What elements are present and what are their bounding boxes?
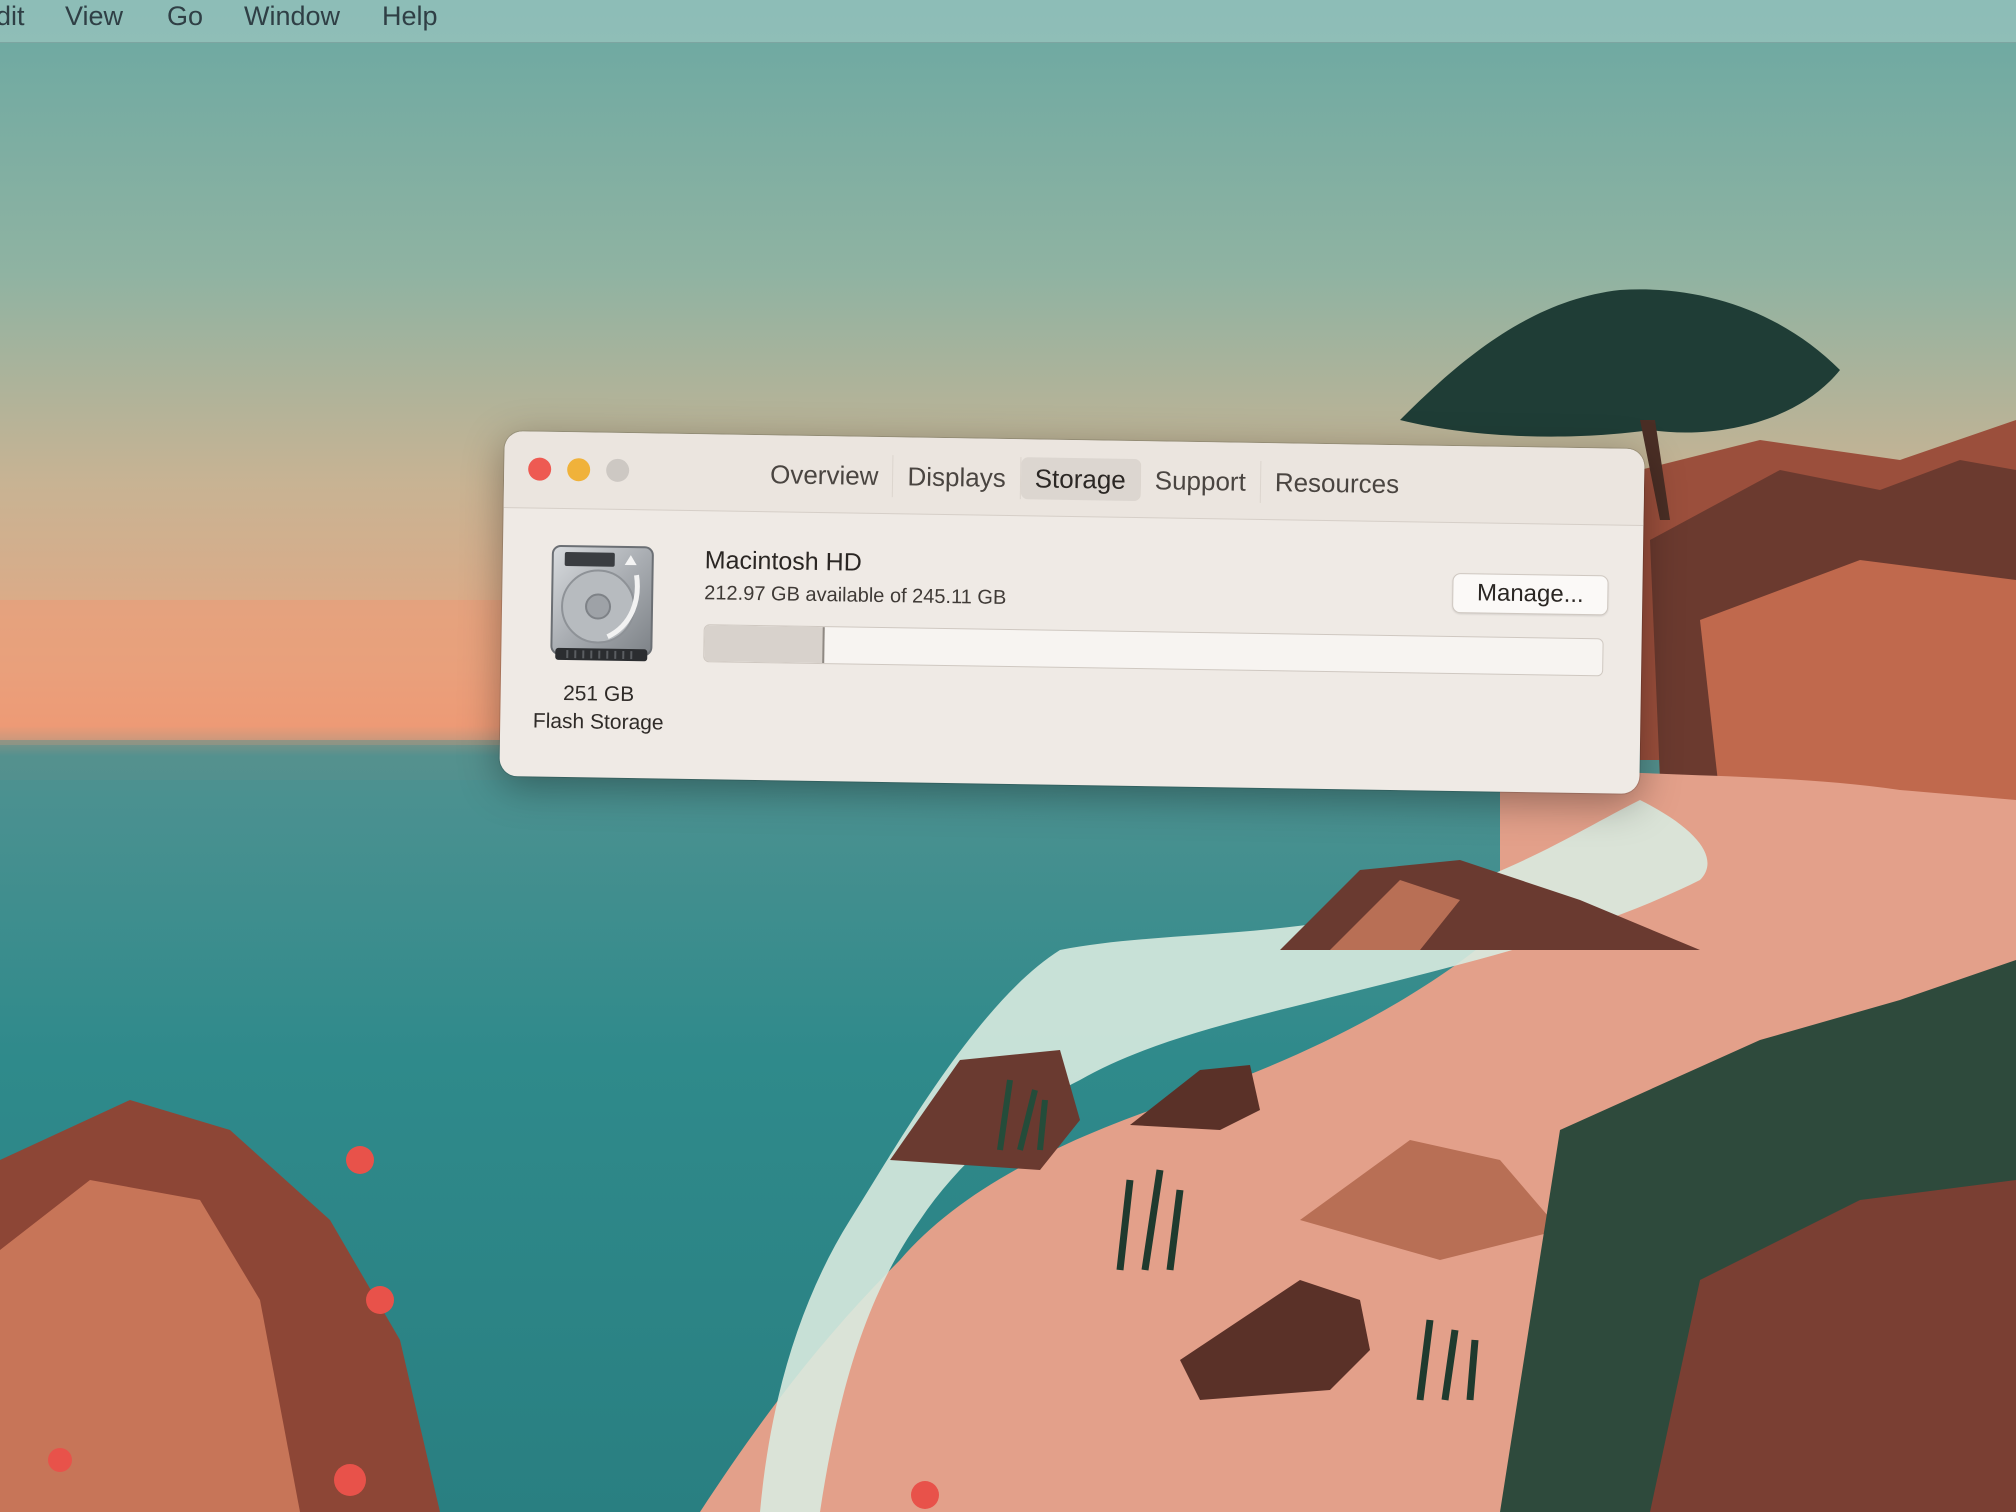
volume-name: Macintosh HD	[704, 546, 862, 577]
zoom-button[interactable]	[605, 458, 630, 483]
desktop: dit View Go Window Help Overview Display…	[0, 0, 2016, 1512]
storage-usage-bar	[703, 624, 1604, 677]
menu-help[interactable]: Help	[382, 0, 438, 34]
window-titlebar[interactable]: Overview Displays Storage Support Resour…	[503, 431, 1645, 526]
menu-bar: dit View Go Window Help	[0, 0, 2016, 43]
menu-edit[interactable]: dit	[0, 0, 25, 34]
menu-view[interactable]: View	[65, 0, 123, 34]
menu-window[interactable]: Window	[244, 0, 340, 34]
disk-capacity: 251 GB	[562, 682, 635, 707]
tab-storage[interactable]: Storage	[1020, 457, 1142, 502]
minimize-button[interactable]	[567, 458, 591, 482]
tab-support[interactable]: Support	[1140, 459, 1262, 503]
tab-bar: Overview Displays Storage Support Resour…	[755, 453, 1414, 505]
manage-button[interactable]: Manage...	[1452, 572, 1609, 616]
tab-overview[interactable]: Overview	[755, 453, 894, 498]
about-this-mac-window: Overview Displays Storage Support Resour…	[499, 431, 1645, 794]
disk-type: Flash Storage	[532, 709, 664, 735]
tab-resources[interactable]: Resources	[1261, 461, 1414, 505]
hard-drive-icon	[550, 544, 654, 662]
tab-displays[interactable]: Displays	[893, 455, 1022, 500]
volume-availability: 212.97 GB available of 245.11 GB	[704, 582, 1007, 609]
menu-go[interactable]: Go	[167, 0, 203, 34]
storage-used-segment	[704, 625, 825, 664]
close-button[interactable]	[528, 457, 552, 481]
